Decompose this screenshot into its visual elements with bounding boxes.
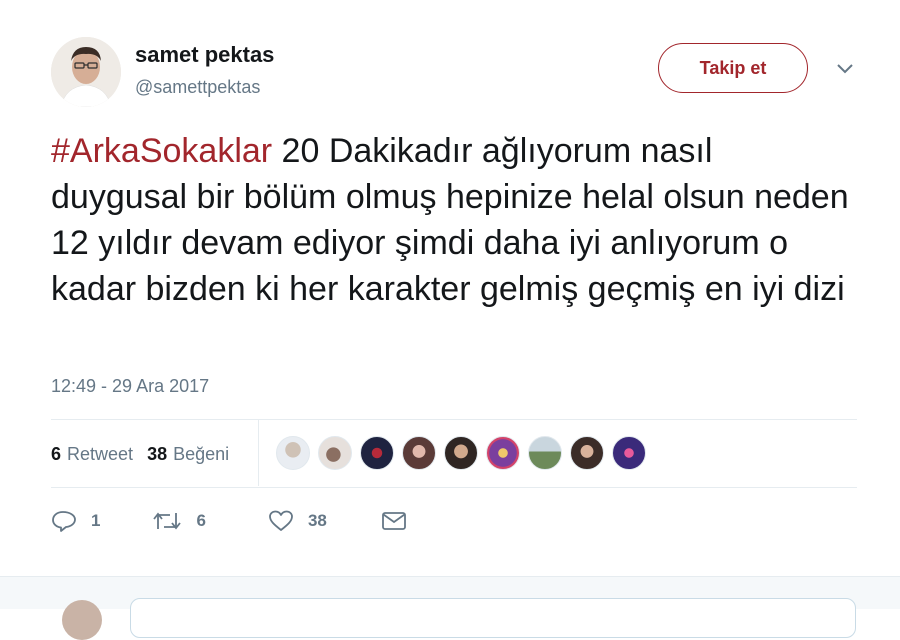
follow-button[interactable]: Takip et — [658, 43, 808, 93]
reply-icon — [52, 511, 76, 532]
user-name[interactable]: samet pektas — [135, 42, 274, 68]
retweet-button[interactable]: 6 — [152, 509, 206, 533]
divider — [51, 419, 857, 420]
tweet-timestamp[interactable]: 12:49 - 29 Ara 2017 — [51, 376, 209, 397]
user-handle[interactable]: @samettpektas — [135, 77, 260, 98]
liker-avatar[interactable] — [570, 436, 604, 470]
liker-avatar[interactable] — [402, 436, 436, 470]
direct-message-button[interactable] — [381, 510, 407, 532]
retweet-icon — [153, 512, 182, 530]
liker-avatar[interactable] — [444, 436, 478, 470]
current-user-avatar — [62, 600, 102, 640]
tweet-actions: 1 6 38 — [51, 506, 407, 536]
retweet-stat-count: 6 — [51, 443, 62, 464]
liker-avatar[interactable] — [528, 436, 562, 470]
liker-avatars — [276, 436, 654, 470]
hashtag-link[interactable]: #ArkaSokaklar — [51, 132, 272, 170]
liker-avatar[interactable] — [360, 436, 394, 470]
divider — [51, 487, 857, 488]
like-stat-count: 38 — [147, 443, 168, 464]
reply-button[interactable]: 1 — [51, 509, 100, 533]
like-count: 38 — [307, 511, 327, 530]
heart-icon — [269, 510, 293, 531]
tweet-text: #ArkaSokaklar 20 Dakikadır ağlıyorum nas… — [51, 128, 851, 312]
like-stat-label: Beğeni — [173, 443, 230, 464]
like-button[interactable]: 38 — [268, 509, 327, 533]
user-avatar[interactable] — [51, 37, 121, 107]
divider — [258, 420, 259, 486]
liker-avatar[interactable] — [486, 436, 520, 470]
tweet-card: samet pektas @samettpektas Takip et #Ark… — [0, 0, 900, 640]
chevron-down-icon[interactable] — [834, 60, 856, 78]
liker-avatar[interactable] — [612, 436, 646, 470]
retweet-stat[interactable]: 6 Retweet — [51, 444, 133, 465]
tweet-stats: 6 Retweet 38 Beğeni — [51, 440, 229, 468]
reply-count: 1 — [91, 511, 101, 530]
reply-input[interactable] — [130, 598, 856, 638]
like-stat[interactable]: 38 Beğeni — [147, 444, 229, 465]
liker-avatar[interactable] — [276, 436, 310, 470]
liker-avatar[interactable] — [318, 436, 352, 470]
retweet-count: 6 — [196, 511, 206, 530]
envelope-icon — [381, 512, 406, 530]
retweet-stat-label: Retweet — [67, 443, 134, 464]
